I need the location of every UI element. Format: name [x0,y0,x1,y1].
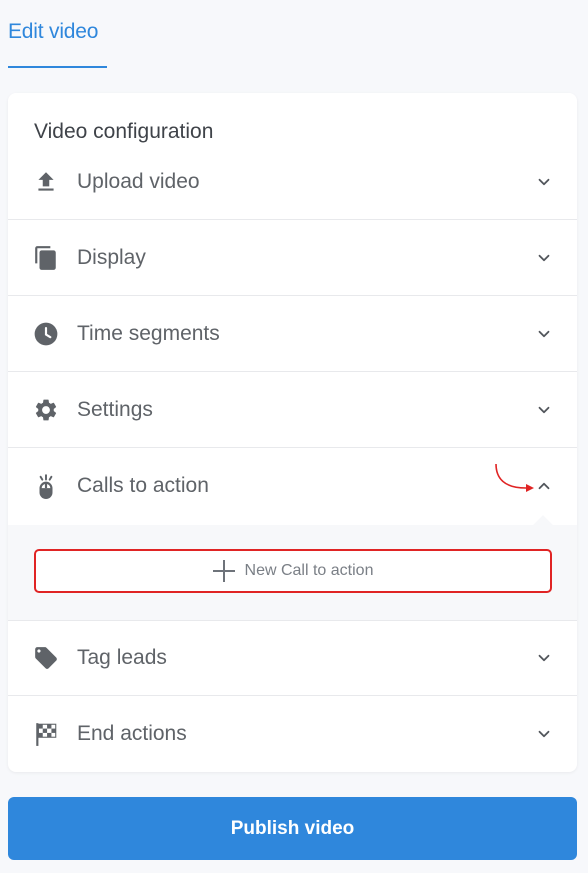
section-settings[interactable]: Settings [8,372,577,448]
clock-icon [33,321,59,347]
section-display[interactable]: Display [8,220,577,296]
section-time-segments[interactable]: Time segments [8,296,577,372]
section-label: End actions [77,722,187,745]
upload-icon [33,169,59,195]
publish-video-button[interactable]: Publish video [8,797,577,860]
section-tag-leads[interactable]: Tag leads [8,620,577,696]
section-label: Calls to action [77,474,209,497]
chevron-down-icon [538,254,550,261]
section-upload-video[interactable]: Upload video [8,144,577,220]
copy-icon [33,245,59,271]
gear-icon [33,397,59,423]
panel-title: Video configuration [34,120,214,143]
mouse-click-icon [33,473,59,499]
tab-edit-video[interactable]: Edit video [8,18,107,68]
video-configuration-panel: Video configuration Upload video Display… [8,93,577,772]
section-label: Time segments [77,321,220,345]
section-label: Tag leads [77,645,167,669]
new-call-to-action-label: New Call to action [244,562,374,579]
chevron-down-icon [538,178,550,185]
calls-to-action-content: New Call to action [8,515,577,621]
chevron-down-icon [538,654,550,661]
plus-icon [212,560,235,582]
section-label: Display [77,245,146,269]
section-calls-to-action[interactable]: Calls to action [8,448,577,524]
checkered-flag-icon [33,721,59,747]
section-end-actions[interactable]: End actions [8,696,577,772]
new-call-to-action-button[interactable]: New Call to action [34,549,552,593]
chevron-down-icon [538,730,550,738]
section-label: Upload video [77,169,200,193]
section-label: Settings [77,397,153,421]
chevron-down-icon [538,330,550,337]
chevron-up-icon [538,482,550,490]
chevron-down-icon [538,406,550,413]
tab-edit-video-label: Edit video [8,20,99,43]
tag-icon [33,645,59,671]
